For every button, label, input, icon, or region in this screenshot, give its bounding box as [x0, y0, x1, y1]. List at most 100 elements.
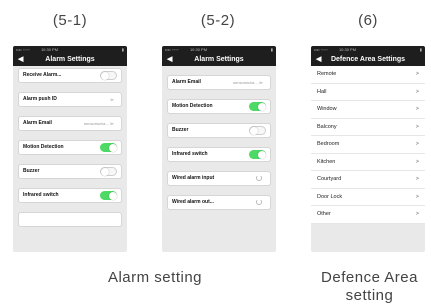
- buzzer-row[interactable]: Buzzer: [167, 123, 271, 138]
- area-item-courtyard[interactable]: Courtyard >: [311, 171, 425, 189]
- chevron-right-icon: >: [415, 176, 419, 182]
- area-item-kitchen[interactable]: Kitchen >: [311, 154, 425, 171]
- screen-title: Alarm Settings: [45, 56, 95, 63]
- carrier-signal: •••• ◦◦◦◦◦: [165, 47, 179, 52]
- row-label: Receive Alarm...: [23, 72, 62, 78]
- alarm-email-value: sensorsicha... ≫: [233, 80, 263, 85]
- area-item-remote[interactable]: Remote >: [311, 66, 425, 84]
- chevron-right-icon: >: [415, 211, 419, 217]
- back-arrow-icon[interactable]: ◀: [316, 54, 321, 66]
- motion-detection-row[interactable]: Motion Detection: [167, 99, 271, 114]
- motion-detection-toggle[interactable]: [100, 143, 117, 152]
- chevron-right-icon: >: [415, 158, 419, 165]
- row-label: Buzzer: [23, 168, 40, 174]
- phone-screen-defence-area-settings: •••• ◦◦◦◦◦ 10:30 PM ▮ ◀ Defence Area Set…: [311, 46, 425, 252]
- figure-caption-6: (6): [358, 12, 378, 29]
- motion-detection-row[interactable]: Motion Detection: [18, 140, 122, 155]
- phone-screen-alarm-settings-1: •••• ◦◦◦◦◦ 10:30 PM ▮ ◀ Alarm Settings R…: [13, 46, 127, 252]
- status-time: 10:30 PM: [338, 47, 357, 52]
- infrared-switch-row[interactable]: Infrared switch: [167, 147, 271, 162]
- carrier-signal: •••• ◦◦◦◦◦: [16, 47, 30, 52]
- toggle-knob: [258, 102, 266, 111]
- wired-alarm-input-row[interactable]: Wired alarm input: [167, 171, 271, 186]
- infrared-switch-toggle[interactable]: [249, 150, 266, 159]
- settings-list: Alarm Email sensorsicha... ≫ Motion Dete…: [162, 75, 276, 210]
- settings-list: Receive Alarm... Alarm push ID ≫ Alarm E…: [13, 68, 127, 227]
- screen-title: Alarm Settings: [194, 56, 244, 63]
- defence-area-list: Remote > Hall > Window > Balcony > Bedroom > …: [311, 66, 425, 224]
- row-label: Wired alarm input: [172, 175, 215, 181]
- row-label: Wired alarm out...: [172, 199, 214, 205]
- infrared-switch-row[interactable]: Infrared switch: [18, 188, 122, 203]
- back-arrow-icon[interactable]: ◀: [18, 54, 23, 66]
- infrared-switch-toggle[interactable]: [100, 191, 117, 200]
- area-item-bedroom[interactable]: Bedroom >: [311, 136, 425, 154]
- alarm-email-row[interactable]: Alarm Email sensorsicha... ≫: [167, 75, 271, 90]
- status-bar: •••• ◦◦◦◦◦ 10:30 PM ▮: [162, 46, 276, 54]
- area-name: Hall: [317, 88, 327, 95]
- area-item-other[interactable]: Other >: [311, 206, 425, 224]
- area-name: Kitchen: [317, 158, 336, 165]
- status-time: 10:30 PM: [189, 47, 208, 52]
- status-time: 10:30 PM: [40, 47, 59, 52]
- row-label: Infrared switch: [23, 192, 59, 198]
- buzzer-row[interactable]: Buzzer: [18, 164, 122, 179]
- defence-area-caption-line2: setting: [345, 287, 394, 304]
- defence-area-caption-line1: Defence Area: [321, 269, 418, 286]
- screen-title: Defence Area Settings: [330, 56, 406, 63]
- nav-bar: ◀ Alarm Settings: [162, 54, 276, 66]
- toggle-knob: [109, 143, 117, 152]
- area-name: Remote: [317, 71, 337, 77]
- battery-icon: ▮: [121, 47, 124, 52]
- status-bar: •••• ◦◦◦◦◦ 10:30 PM ▮: [311, 46, 425, 54]
- figure-caption-5-2: (5-2): [200, 12, 236, 29]
- area-name: Bedroom: [317, 141, 340, 147]
- receive-alarm-toggle[interactable]: [100, 71, 117, 80]
- alarm-email-value: sensorsicha... ≫: [84, 121, 114, 126]
- area-name: Balcony: [317, 123, 337, 130]
- partial-row[interactable]: [18, 212, 122, 227]
- area-name: Door Lock: [317, 193, 343, 200]
- row-label: Alarm Email: [23, 120, 52, 126]
- loading-spinner-icon: [256, 199, 262, 205]
- receive-alarm-row[interactable]: Receive Alarm...: [18, 68, 122, 83]
- alarm-email-row[interactable]: Alarm Email sensorsicha... ≫: [18, 116, 122, 131]
- back-arrow-icon[interactable]: ◀: [167, 54, 172, 66]
- nav-bar: ◀ Alarm Settings: [13, 54, 127, 66]
- area-name: Window: [317, 106, 337, 112]
- toggle-knob: [250, 126, 258, 135]
- buzzer-toggle[interactable]: [249, 126, 266, 135]
- chevron-right-icon: >: [415, 123, 419, 130]
- chevron-right-icon: >: [415, 106, 419, 112]
- area-item-door-lock[interactable]: Door Lock >: [311, 189, 425, 206]
- toggle-knob: [101, 167, 109, 176]
- row-label: Buzzer: [172, 127, 189, 133]
- area-name: Courtyard: [317, 176, 342, 182]
- row-label: Alarm Email: [172, 79, 201, 85]
- row-label: Alarm push ID: [23, 96, 57, 102]
- chevron-right-icon: ≫: [109, 97, 114, 102]
- area-name: Other: [317, 211, 331, 217]
- area-item-window[interactable]: Window >: [311, 101, 425, 119]
- alarm-push-id-row[interactable]: Alarm push ID ≫: [18, 92, 122, 107]
- toggle-knob: [109, 191, 117, 200]
- chevron-right-icon: >: [415, 141, 419, 147]
- battery-icon: ▮: [419, 47, 422, 52]
- row-label: Motion Detection: [23, 144, 64, 150]
- area-item-balcony[interactable]: Balcony >: [311, 119, 425, 136]
- motion-detection-toggle[interactable]: [249, 102, 266, 111]
- area-item-hall[interactable]: Hall >: [311, 84, 425, 101]
- battery-icon: ▮: [270, 47, 273, 52]
- toggle-knob: [258, 150, 266, 159]
- nav-bar: ◀ Defence Area Settings: [311, 54, 425, 66]
- toggle-knob: [101, 71, 109, 80]
- status-bar: •••• ◦◦◦◦◦ 10:30 PM ▮: [13, 46, 127, 54]
- buzzer-toggle[interactable]: [100, 167, 117, 176]
- chevron-right-icon: >: [415, 71, 419, 77]
- wired-alarm-output-row[interactable]: Wired alarm out...: [167, 195, 271, 210]
- chevron-right-icon: >: [415, 193, 419, 200]
- alarm-setting-caption: Alarm setting: [107, 269, 203, 286]
- phone-screen-alarm-settings-2: •••• ◦◦◦◦◦ 10:30 PM ▮ ◀ Alarm Settings A…: [162, 46, 276, 252]
- carrier-signal: •••• ◦◦◦◦◦: [314, 47, 328, 52]
- chevron-right-icon: >: [415, 88, 419, 95]
